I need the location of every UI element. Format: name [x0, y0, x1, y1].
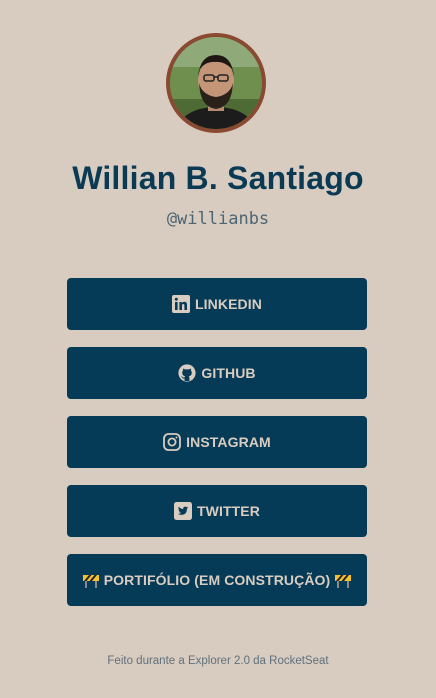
github-label: GITHUB [201, 365, 256, 381]
instagram-button[interactable]: INSTAGRAM [67, 416, 367, 468]
footer-credit: Feito durante a Explorer 2.0 da RocketSe… [107, 655, 329, 667]
github-icon [178, 364, 196, 382]
portfolio-button[interactable]: PORTIFÓLIO (EM CONSTRUÇÃO) [67, 554, 367, 606]
linkedin-icon [172, 295, 191, 313]
portfolio-label: PORTIFÓLIO (EM CONSTRUÇÃO) [103, 572, 331, 588]
instagram-label: INSTAGRAM [186, 434, 271, 450]
twitter-label: TWITTER [197, 503, 260, 519]
construction-icon [335, 572, 352, 588]
link-list: LINKEDIN GITHUB INSTAGRAM TWITTER PORTIF… [67, 278, 367, 623]
instagram-icon [163, 433, 182, 451]
avatar-photo [170, 37, 262, 129]
linkedin-button[interactable]: LINKEDIN [67, 278, 367, 330]
github-button[interactable]: GITHUB [67, 347, 367, 399]
profile-name: Willian B. Santiago [72, 160, 364, 196]
page: Willian B. Santiago @willianbs LINKEDIN [0, 0, 436, 698]
twitter-button[interactable]: TWITTER [67, 485, 367, 537]
linkedin-label: LINKEDIN [195, 296, 262, 312]
avatar [166, 33, 266, 133]
construction-icon [82, 572, 99, 588]
twitter-icon [174, 502, 193, 520]
profile-handle: @willianbs [166, 209, 270, 229]
